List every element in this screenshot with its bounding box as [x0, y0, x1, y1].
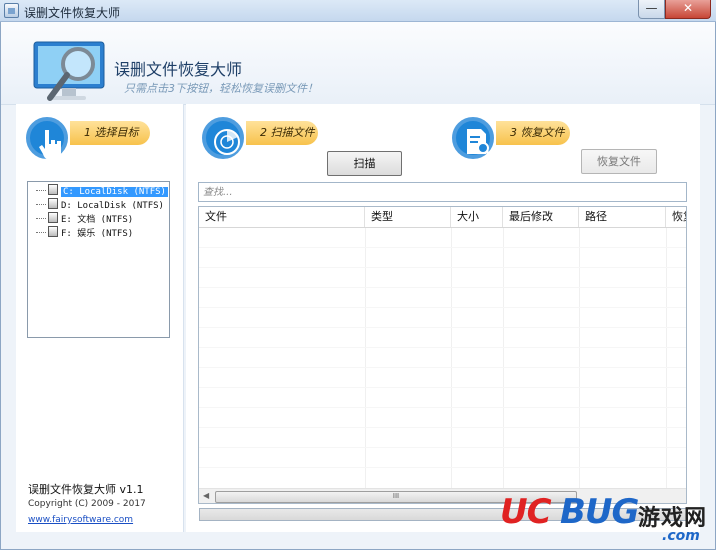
column-divider	[503, 228, 504, 498]
row-divider	[199, 307, 686, 308]
search-box[interactable]	[198, 182, 687, 202]
step-1-label: 1 选择目标	[70, 121, 150, 145]
step-1-circle	[26, 117, 68, 160]
scan-button[interactable]: 扫描	[327, 151, 402, 176]
column-header-type[interactable]: 类型	[365, 207, 451, 227]
window-title: 误删文件恢复大师	[24, 6, 121, 20]
column-header-file[interactable]: 文件	[199, 207, 365, 227]
disk-icon	[48, 226, 58, 237]
tree-branch	[36, 218, 46, 219]
row-divider	[199, 447, 686, 448]
hand-pointer-icon	[39, 130, 61, 160]
search-input[interactable]	[199, 183, 686, 201]
drive-item-c[interactable]: C: LocalDisk (NTFS)	[36, 184, 168, 198]
column-header-recover[interactable]: 恢复	[666, 207, 686, 227]
app-title: 误删文件恢复大师	[114, 60, 243, 79]
drive-item-e[interactable]: E: 文档 (NTFS)	[36, 212, 133, 226]
scroll-left-arrow-icon[interactable]: ◀	[203, 491, 209, 500]
step-2-circle	[202, 117, 244, 159]
radar-scan-icon	[214, 129, 240, 155]
step-3-circle	[452, 117, 494, 159]
row-divider	[199, 247, 686, 248]
app-icon	[4, 3, 19, 18]
app-subtitle: 只需点击3下按钮，轻松恢复误删文件！	[124, 82, 318, 95]
tree-branch	[36, 232, 46, 233]
monitor-magnifier-icon	[33, 41, 105, 101]
column-header-size[interactable]: 大小	[451, 207, 503, 227]
column-divider	[365, 228, 366, 498]
watermark-domain: .com	[662, 528, 700, 544]
watermark-brand-uc: UC	[500, 492, 552, 532]
disk-icon	[48, 184, 58, 195]
watermark-brand-bug: BUG	[560, 492, 639, 532]
column-header-path[interactable]: 路径	[579, 207, 666, 227]
footer-app-name: 误删文件恢复大师 v1.1	[28, 483, 144, 496]
row-divider	[199, 387, 686, 388]
step-3-label: 3 恢复文件	[496, 121, 570, 145]
minimize-button[interactable]: —	[638, 0, 665, 19]
row-divider	[199, 347, 686, 348]
close-button[interactable]: ✕	[665, 0, 711, 19]
step-2-label: 2 扫描文件	[246, 121, 318, 145]
tree-branch	[36, 204, 46, 205]
drive-item-f[interactable]: F: 娱乐 (NTFS)	[36, 226, 133, 240]
file-table[interactable]: 文件 类型 大小 最后修改 路径 恢复	[198, 206, 687, 504]
row-divider	[199, 407, 686, 408]
document-search-icon	[467, 129, 493, 158]
disk-icon	[48, 198, 58, 209]
row-divider	[199, 327, 686, 328]
column-divider	[579, 228, 580, 498]
column-divider	[451, 228, 452, 498]
footer-website-link[interactable]: www.fairysoftware.com	[28, 515, 133, 525]
column-header-modified[interactable]: 最后修改	[503, 207, 579, 227]
drive-item-d[interactable]: D: LocalDisk (NTFS)	[36, 198, 164, 212]
row-divider	[199, 427, 686, 428]
table-header: 文件 类型 大小 最后修改 路径 恢复	[199, 207, 686, 228]
row-divider	[199, 287, 686, 288]
recover-files-button[interactable]: 恢复文件	[581, 149, 657, 174]
row-divider	[199, 467, 686, 468]
footer-copyright: Copyright (C) 2009 - 2017	[28, 499, 146, 509]
tree-branch	[36, 190, 46, 191]
row-divider	[199, 367, 686, 368]
disk-icon	[48, 212, 58, 223]
row-divider	[199, 267, 686, 268]
column-divider	[666, 228, 667, 498]
